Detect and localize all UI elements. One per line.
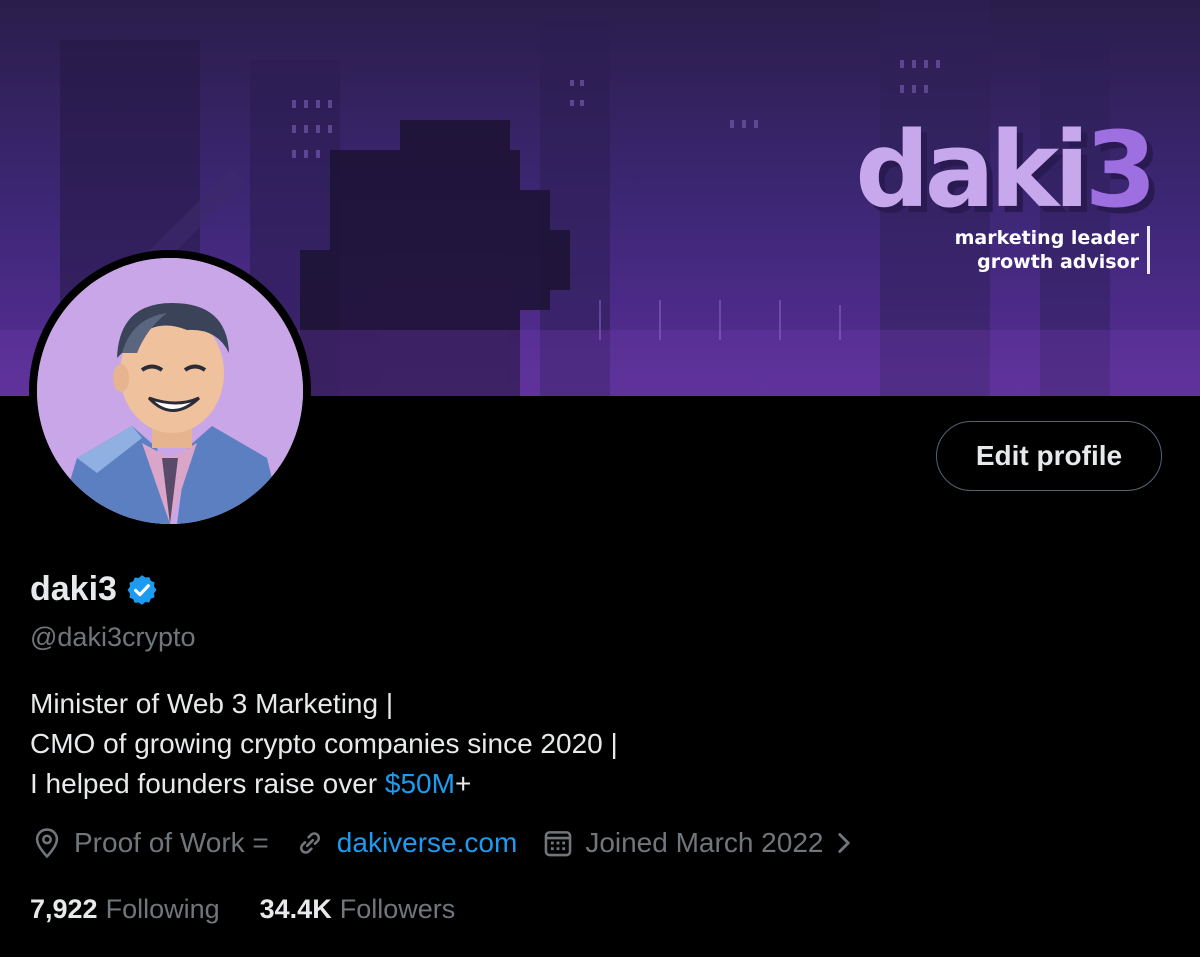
following-count: 7,922 — [30, 894, 98, 924]
profile-location-text: Proof of Work = — [74, 827, 269, 858]
banner-tagline-bar — [1147, 226, 1150, 274]
profile-website[interactable]: dakiverse.com — [293, 826, 518, 860]
banner-brand-name: daki3 — [855, 109, 1157, 231]
location-pin-icon — [30, 826, 64, 860]
link-icon — [293, 826, 327, 860]
profile-display-name: daki3 — [30, 570, 117, 608]
bio-cashtag-link[interactable]: $50M — [385, 768, 455, 799]
bio-line-3-text: I helped founders raise over — [30, 768, 385, 799]
profile-stats: 7,922 Following 34.4K Followers — [30, 894, 455, 925]
profile-joined-text: Joined March 2022 — [585, 827, 824, 858]
bio-line-2: CMO of growing crypto companies since 20… — [30, 728, 618, 759]
followers-label: Followers — [339, 894, 456, 924]
bio-line-3-suffix: + — [454, 768, 472, 799]
avatar-illustration — [37, 258, 303, 524]
following-link[interactable]: 7,922 Following — [30, 894, 220, 925]
bio-line-3: I helped founders raise over $50M+ — [30, 764, 618, 804]
profile-joined[interactable]: Joined March 2022 — [541, 826, 855, 860]
profile-bio: Minister of Web 3 Marketing | CMO of gro… — [30, 684, 618, 804]
banner-tagline-line1: marketing leader — [954, 227, 1139, 249]
profile-location: Proof of Work = — [30, 826, 269, 860]
profile-avatar[interactable] — [29, 250, 311, 532]
banner-brand-logo: daki3 marketing leader growth advisor — [855, 109, 1157, 274]
profile-display-name-row: daki3 — [30, 570, 159, 609]
banner-tagline-line2: growth advisor — [977, 251, 1139, 273]
calendar-icon — [541, 826, 575, 860]
chevron-right-icon[interactable] — [833, 826, 855, 860]
verified-badge-icon[interactable] — [125, 573, 159, 607]
profile-website-link[interactable]: dakiverse.com — [337, 827, 518, 859]
bio-line-1: Minister of Web 3 Marketing | — [30, 688, 394, 719]
edit-profile-button[interactable]: Edit profile — [936, 421, 1162, 491]
following-label: Following — [105, 894, 220, 924]
followers-count: 34.4K — [259, 894, 332, 924]
profile-handle: @daki3crypto — [30, 622, 196, 652]
followers-link[interactable]: 34.4K Followers — [260, 894, 456, 925]
profile-meta-row: Proof of Work = dakiverse.com Joined Mar… — [30, 826, 855, 860]
banner-tagline: marketing leader growth advisor — [955, 226, 1139, 274]
